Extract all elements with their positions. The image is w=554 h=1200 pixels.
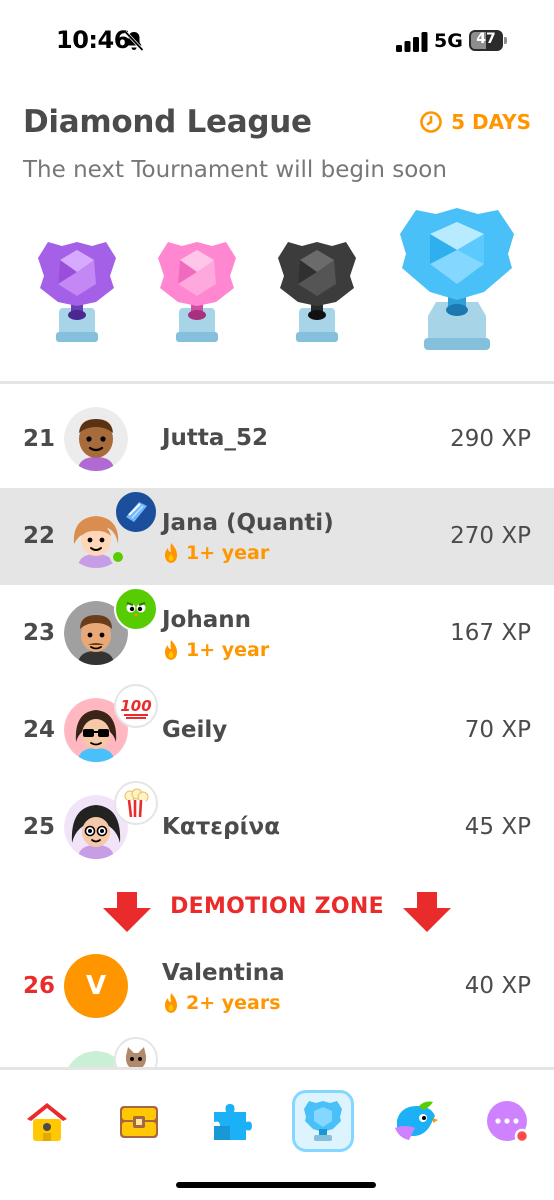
league-timer: 5 DAYS: [419, 110, 531, 134]
achievement-badge: [114, 490, 158, 534]
popcorn-icon: [124, 788, 149, 818]
league-title: Diamond League: [23, 104, 312, 140]
avatar-letter: V: [85, 971, 107, 1001]
hundred-points-icon: 100: [120, 697, 152, 719]
diamond-league-trophy-icon[interactable]: [398, 206, 516, 352]
flame-icon: [165, 543, 177, 563]
status-bar: 10:46 5G 47: [0, 0, 554, 84]
signal-icon: [396, 32, 428, 52]
pearl-league-trophy-icon[interactable]: [154, 236, 240, 344]
gem-badge-icon: [126, 502, 147, 522]
nav-home[interactable]: [16, 1090, 78, 1152]
nav-chest[interactable]: [108, 1090, 170, 1152]
leaderboard-row-26[interactable]: 26 V Valentina 2+ years 40 XP: [0, 938, 554, 1035]
streak-info: 1+ year: [162, 639, 269, 661]
user-name: Jutta_52: [162, 425, 268, 451]
xp-value: 45 XP: [464, 814, 531, 840]
nav-leagues[interactable]: [292, 1090, 354, 1152]
xp-value: 290 XP: [450, 426, 531, 452]
xp-value: 70 XP: [464, 717, 531, 743]
owl-badge-icon: [123, 597, 149, 623]
flame-icon: [165, 993, 177, 1013]
bottom-nav: [0, 1070, 554, 1200]
chest-icon: [120, 1106, 158, 1138]
status-time: 10:46: [56, 26, 130, 54]
rank-number: 24: [23, 717, 56, 743]
bell-muted-icon: [124, 30, 144, 52]
battery-level: 47: [476, 31, 496, 47]
xp-value: 270 XP: [450, 523, 531, 549]
xp-value: 167 XP: [450, 620, 531, 646]
achievement-badge: [114, 587, 158, 631]
user-name: Κατερίνα: [162, 814, 280, 840]
achievement-badge: 100: [114, 684, 158, 728]
more-icon: [487, 1101, 530, 1144]
puzzle-icon: [214, 1104, 252, 1140]
cat-badge-icon: [125, 1047, 147, 1067]
clock-icon: [420, 111, 442, 133]
battery-icon: 47: [469, 30, 507, 51]
home-icon: [27, 1103, 67, 1141]
rank-number: 22: [23, 523, 56, 549]
nav-more[interactable]: [476, 1090, 538, 1152]
network-label: 5G: [434, 30, 463, 52]
league-subtitle: The next Tournament will begin soon: [23, 157, 447, 183]
user-name: Johann: [162, 607, 252, 633]
streak-info: 1+ year: [162, 542, 269, 564]
nav-characters[interactable]: [384, 1090, 446, 1152]
nav-practice[interactable]: [200, 1090, 262, 1152]
user-name: Jana (Quanti): [162, 510, 334, 536]
demotion-zone-divider: DEMOTION ZONE: [0, 884, 554, 934]
leaderboard-row-21[interactable]: 21 Jutta_52 290 XP: [0, 391, 554, 488]
streak-label: 1+ year: [186, 639, 270, 661]
home-indicator: [176, 1182, 376, 1188]
avatar: V: [64, 954, 128, 1018]
streak-label: 2+ years: [186, 992, 281, 1014]
leagues-icon: [304, 1101, 342, 1141]
obsidian-league-trophy-icon[interactable]: [274, 236, 360, 344]
user-name: Valentina: [162, 960, 285, 986]
leaderboard-row-23[interactable]: 23 Johann 1+ year 167 XP: [0, 585, 554, 682]
leaderboard-row-22[interactable]: 22 Jana (Quanti) 1+ year 270 XP: [0, 488, 554, 585]
rank-number: 26: [23, 973, 56, 999]
leaderboard-row-25[interactable]: 25 Κατερίνα 45 XP: [0, 779, 554, 876]
achievement-badge: [114, 781, 158, 825]
leaderboard-row-partial[interactable]: [0, 1035, 554, 1067]
timer-label: 5 DAYS: [451, 110, 531, 134]
rank-number: 21: [23, 426, 56, 452]
arrow-down-icon: [403, 892, 451, 932]
badge-text: 100: [120, 697, 151, 715]
user-name: Geily: [162, 717, 228, 743]
achievement-badge: [114, 1037, 158, 1067]
avatar: [64, 407, 128, 471]
streak-label: 1+ year: [186, 542, 270, 564]
flame-icon: [165, 640, 177, 660]
rank-number: 25: [23, 814, 56, 840]
amethyst-league-trophy-icon[interactable]: [34, 236, 120, 344]
leaderboard-row-24[interactable]: 24 100 Geily 70 XP: [0, 682, 554, 779]
demotion-zone-label: DEMOTION ZONE: [170, 894, 384, 919]
xp-value: 40 XP: [464, 973, 531, 999]
header-divider: [0, 381, 554, 384]
streak-info: 2+ years: [162, 992, 281, 1014]
rank-number: 23: [23, 620, 56, 646]
online-status-dot: [110, 549, 126, 565]
notification-dot: [514, 1128, 530, 1144]
bird-icon: [395, 1101, 438, 1140]
